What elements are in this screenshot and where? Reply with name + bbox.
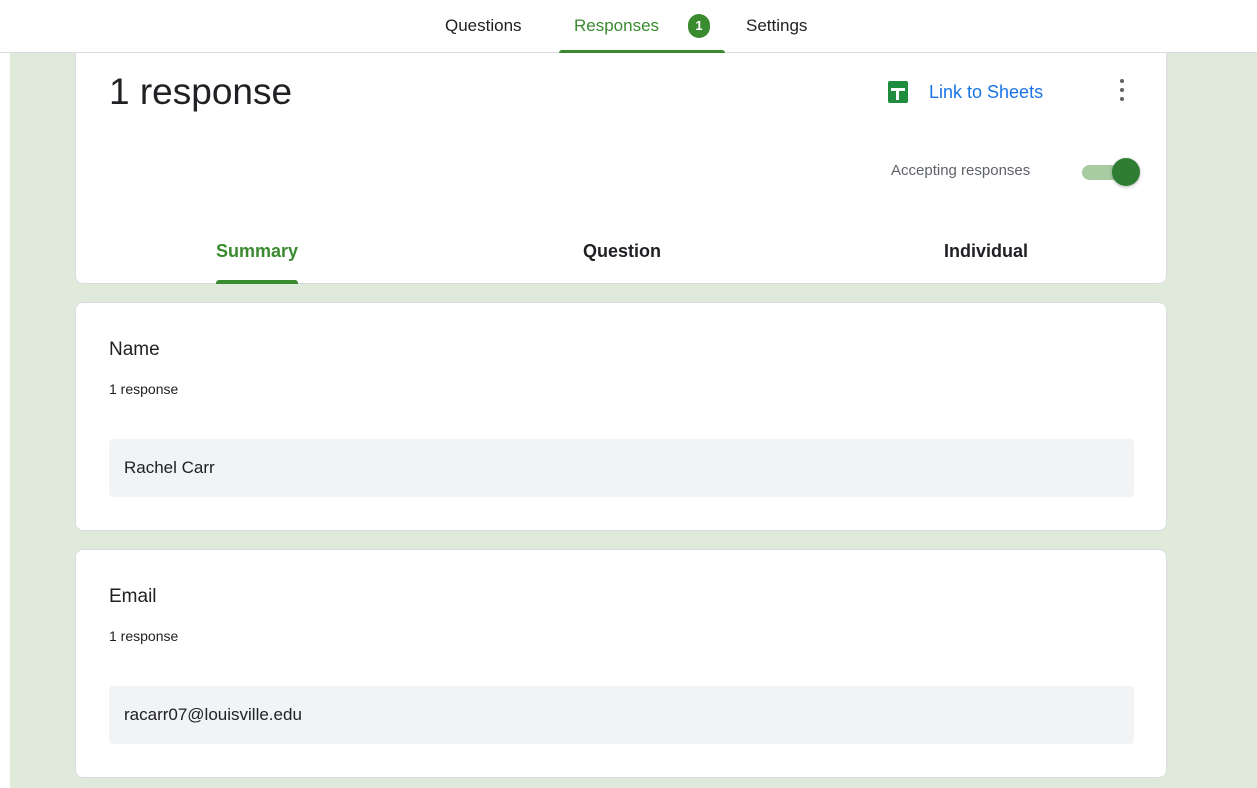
sheets-icon [888,81,908,103]
question-card-email: Email 1 response racarr07@louisville.edu [75,549,1167,778]
link-to-sheets-label: Link to Sheets [929,81,1044,102]
question-title: Email [109,586,157,607]
tab-responses-label: Responses [574,16,660,35]
responses-count-badge: 1 [688,14,710,38]
tab-responses[interactable]: Responses 1 [559,0,725,54]
tab-question[interactable]: Question [562,223,682,284]
top-tabs: Questions Responses 1 Settings [0,0,1257,54]
question-title: Name [109,339,160,360]
question-card-name: Name 1 response Rachel Carr [75,302,1167,531]
more-options-icon[interactable] [1116,79,1128,101]
tab-settings[interactable]: Settings [746,0,826,53]
answer-item: Rachel Carr [109,439,1134,497]
accepting-responses-toggle[interactable] [1082,158,1140,186]
tab-questions[interactable]: Questions [445,0,540,53]
link-to-sheets-button[interactable]: Link to Sheets [888,77,1043,107]
tab-summary-label: Summary [215,241,299,261]
tab-summary[interactable]: Summary [196,223,318,284]
page-title: 1 response [109,71,293,112]
tab-individual[interactable]: Individual [926,223,1046,284]
question-response-count: 1 response [109,381,179,397]
active-subtab-indicator [216,280,298,284]
question-response-count: 1 response [109,628,179,644]
response-view-tabs: Summary Question Individual [76,223,1168,284]
toggle-knob [1112,158,1140,186]
responses-header-card: 1 response Link to Sheets Accepting resp… [75,53,1167,284]
accepting-responses-label: Accepting responses [891,162,1031,179]
answer-item: racarr07@louisville.edu [109,686,1134,744]
